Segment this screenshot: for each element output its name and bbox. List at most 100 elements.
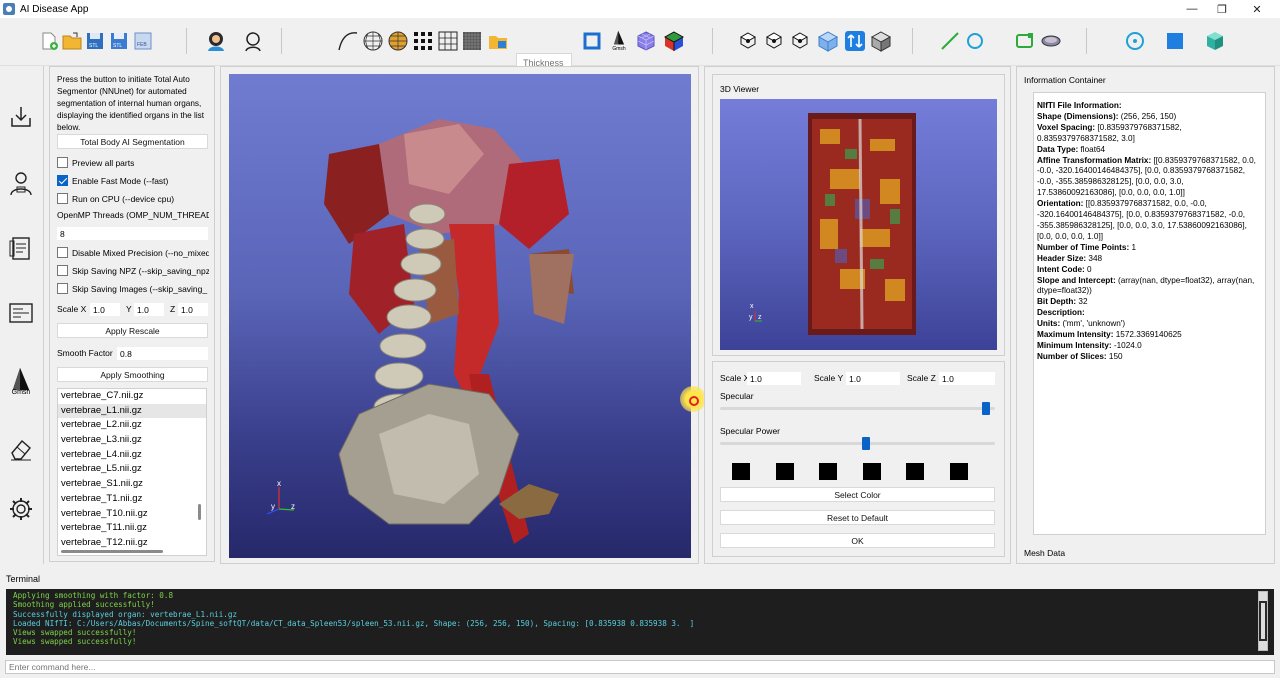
swap-views-icon[interactable] (844, 30, 866, 52)
viewer-scale-y-input[interactable]: 1.0 (846, 372, 900, 385)
main-3d-viewport[interactable]: x y z (229, 74, 691, 558)
crop-icon[interactable] (581, 30, 603, 52)
scale-y-input[interactable]: 1.0 (134, 303, 164, 316)
preview-all-parts-checkbox[interactable]: Preview all parts (57, 156, 209, 169)
spline-icon[interactable] (337, 30, 359, 52)
smooth-factor-input[interactable]: 0.8 (117, 347, 208, 360)
minimize-button[interactable]: — (1176, 0, 1208, 18)
checkbox-box[interactable] (57, 175, 68, 186)
target-icon[interactable] (1124, 30, 1146, 52)
solid-grid-icon[interactable] (461, 30, 483, 52)
save-feb-icon[interactable]: FEB (132, 30, 154, 52)
cube-teal-icon[interactable] (1204, 30, 1226, 52)
ellipse-icon[interactable] (1040, 30, 1062, 52)
organ-list-item[interactable]: vertebrae_L3.nii.gz (58, 433, 206, 448)
total-body-segmentation-button[interactable]: Total Body AI Segmentation (57, 134, 208, 149)
save-stl-icon[interactable]: STL (84, 30, 106, 52)
close-button[interactable]: ✕ (1241, 0, 1273, 18)
square-icon[interactable] (1164, 30, 1186, 52)
scroll-down-arrow[interactable] (1259, 641, 1267, 650)
folder-open-icon[interactable] (487, 30, 509, 52)
apply-rescale-button[interactable]: Apply Rescale (57, 323, 208, 338)
organ-list-item[interactable]: vertebrae_C7.nii.gz (58, 389, 206, 404)
log-icon[interactable] (6, 298, 36, 328)
circle-icon[interactable] (964, 30, 986, 52)
open-folder-icon[interactable] (61, 30, 83, 52)
organ-list-item[interactable]: vertebrae_T10.nii.gz (58, 507, 206, 522)
specular-power-slider-handle[interactable] (861, 437, 870, 450)
gmsh-icon[interactable]: Gmsh (608, 30, 630, 52)
organ-list-item[interactable]: vertebrae_T12.nii.gz (58, 536, 206, 551)
organ-list-item[interactable]: vertebrae_L5.nii.gz (58, 462, 206, 477)
gmsh-icon[interactable]: Gmsh (6, 362, 36, 400)
scroll-up-arrow[interactable] (1259, 592, 1267, 601)
mesh-sphere-gold-icon[interactable] (387, 30, 409, 52)
specular-slider[interactable] (720, 407, 995, 410)
info-value: 32 (1076, 297, 1088, 307)
scale-z-input[interactable]: 1.0 (178, 303, 208, 316)
maximize-button[interactable]: ❐ (1206, 0, 1238, 18)
mesh-sphere-icon[interactable] (362, 30, 384, 52)
disable-mixed-precision-checkbox[interactable]: Disable Mixed Precision (--no_mixed (57, 246, 209, 259)
save-stl-alt-icon[interactable]: STL (108, 30, 130, 52)
color-swatch[interactable] (732, 463, 750, 480)
skip-saving-npz-checkbox[interactable]: Skip Saving NPZ (--skip_saving_npz (57, 264, 209, 277)
checkbox-box[interactable] (57, 247, 68, 258)
wireframe-grid-icon[interactable] (437, 30, 459, 52)
viewer-scale-x-input[interactable]: 1.0 (747, 372, 801, 385)
color-swatch[interactable] (862, 463, 881, 480)
line-icon[interactable] (939, 30, 961, 52)
report-icon[interactable] (6, 233, 36, 263)
skip-saving-images-checkbox[interactable]: Skip Saving Images (--skip_saving_ (57, 282, 209, 295)
checkbox-box[interactable] (57, 193, 68, 204)
ok-button[interactable]: OK (720, 533, 995, 548)
rectangle-icon[interactable] (1014, 30, 1036, 52)
apply-smoothing-button[interactable]: Apply Smoothing (57, 367, 208, 382)
select-color-button[interactable]: Select Color (720, 487, 995, 502)
ai-doctor-icon[interactable] (6, 168, 36, 198)
node-1-icon[interactable] (737, 30, 759, 52)
cube-icon[interactable] (817, 30, 839, 52)
download-icon[interactable] (6, 102, 36, 132)
run-on-cpu-checkbox[interactable]: Run on CPU (--device cpu) (57, 192, 209, 205)
voxel-grid-icon[interactable] (412, 30, 434, 52)
reset-to-default-button[interactable]: Reset to Default (720, 510, 995, 525)
fast-mode-checkbox[interactable]: Enable Fast Mode (--fast) (57, 174, 209, 187)
secondary-3d-viewport[interactable]: x y z (720, 99, 997, 350)
organ-list-item[interactable]: vertebrae_S1.nii.gz (58, 477, 206, 492)
settings-icon[interactable] (6, 494, 36, 524)
checkbox-box[interactable] (57, 157, 68, 168)
node-2-icon[interactable] (763, 30, 785, 52)
cube-grid-icon[interactable] (635, 30, 657, 52)
scale-x-input[interactable]: 1.0 (90, 303, 120, 316)
checkbox-box[interactable] (57, 283, 68, 294)
organ-list[interactable]: vertebrae_C7.nii.gz vertebrae_L1.nii.gz ve… (57, 388, 207, 556)
viewer-scale-z-input[interactable]: 1.0 (939, 372, 995, 385)
organ-list-item[interactable]: vertebrae_T1.nii.gz (58, 492, 206, 507)
node-3-icon[interactable] (789, 30, 811, 52)
checkbox-box[interactable] (57, 265, 68, 276)
user-icon[interactable] (205, 30, 227, 52)
color-cube-icon[interactable] (663, 30, 685, 52)
scroll-thumb[interactable] (1261, 603, 1265, 639)
specular-power-slider[interactable] (720, 442, 995, 445)
color-swatch[interactable] (906, 463, 925, 480)
command-input[interactable] (5, 660, 1275, 674)
openmp-threads-input[interactable]: 8 (57, 227, 208, 240)
color-swatch[interactable] (819, 463, 838, 480)
organ-list-item[interactable]: vertebrae_L1.nii.gz (58, 403, 206, 419)
organ-list-item[interactable]: vertebrae_T11.nii.gz (58, 521, 206, 536)
info-entry: Orientation: [[0.8359379768371582, 0.0, … (1037, 199, 1261, 243)
box-icon[interactable] (870, 30, 892, 52)
new-file-icon[interactable] (38, 30, 60, 52)
eraser-icon[interactable] (6, 434, 36, 464)
organ-list-item[interactable]: vertebrae_L4.nii.gz (58, 448, 206, 463)
terminal-scrollbar[interactable] (1258, 591, 1268, 651)
user-outline-icon[interactable] (242, 30, 264, 52)
list-horizontal-scrollbar[interactable] (61, 550, 163, 553)
organ-list-item[interactable]: vertebrae_L2.nii.gz (58, 418, 206, 433)
specular-slider-handle[interactable] (981, 402, 990, 415)
color-swatch[interactable] (950, 463, 968, 480)
list-vertical-scrollbar[interactable] (198, 504, 201, 520)
color-swatch[interactable] (775, 463, 794, 480)
